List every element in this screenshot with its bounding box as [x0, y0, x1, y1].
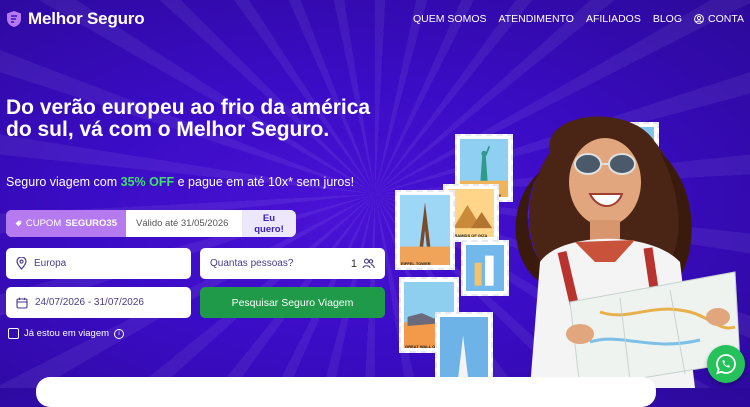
main-nav: QUEM SOMOS ATENDIMENTO AFILIADOS BLOG CO…: [413, 13, 744, 25]
people-label: Quantas pessoas?: [210, 258, 294, 269]
coupon-code: SEGURO35: [65, 218, 117, 229]
nav-atendimento[interactable]: ATENDIMENTO: [499, 13, 574, 25]
stamp-eiffel-tower: EIFFEL TOWER: [395, 190, 455, 270]
whatsapp-icon: [716, 354, 736, 375]
already-traveling-checkbox[interactable]: [8, 328, 19, 339]
travel-dates-field[interactable]: 24/07/2026 - 31/07/2026: [6, 287, 191, 318]
discount-highlight: 35% OFF: [120, 175, 175, 189]
people-count-group: 1: [351, 258, 375, 270]
destination-select[interactable]: Europa: [6, 248, 191, 279]
already-traveling-label: Já estou em viagem: [24, 328, 110, 339]
traveler-woman-illustration: [515, 116, 740, 388]
nav-afiliados[interactable]: AFILIADOS: [586, 13, 641, 25]
account-label: CONTA: [708, 13, 744, 25]
map-pin-icon: [16, 257, 27, 270]
coupon-validity: Válido até 31/05/2026: [136, 218, 229, 229]
calendar-icon: [16, 297, 28, 309]
destination-value: Europa: [34, 258, 67, 269]
users-icon: [362, 258, 375, 269]
hero-illustration: STATUE OF LIBERTY PYRAMIDS OF GIZA EIFFE…: [395, 112, 750, 388]
already-traveling-option[interactable]: Já estou em viagem i: [8, 328, 125, 339]
whatsapp-button[interactable]: [707, 345, 745, 383]
people-selector[interactable]: Quantas pessoas? 1: [200, 248, 385, 279]
nav-quem-somos[interactable]: QUEM SOMOS: [413, 13, 487, 25]
subtitle-text-start: Seguro viagem com: [6, 175, 121, 189]
nav-blog[interactable]: BLOG: [653, 13, 682, 25]
coupon-tag: CUPOM SEGURO35: [6, 210, 126, 237]
hero-headline: Do verão europeu ao frio da américa do s…: [6, 96, 371, 141]
shield-logo-icon: [7, 11, 21, 27]
brand-logo[interactable]: Melhor Seguro: [6, 9, 145, 29]
stamp-caption-eiffel: EIFFEL TOWER: [401, 261, 431, 266]
bottom-content-card: [36, 377, 656, 407]
eiffel-tower-art: [400, 195, 450, 265]
search-insurance-button[interactable]: Pesquisar Seguro Viagem: [200, 287, 385, 318]
coupon-banner: CUPOM SEGURO35 Válido até 31/05/2026 Eu …: [6, 210, 296, 237]
nav-account[interactable]: CONTA: [694, 13, 744, 25]
subtitle-text-end: e pague em até 10x* sem juros!: [174, 175, 355, 189]
user-icon: [694, 14, 704, 24]
tag-icon: [15, 220, 22, 227]
brand-name: Melhor Seguro: [28, 9, 145, 28]
coupon-prefix: CUPOM: [25, 218, 62, 229]
travel-dates-value: 24/07/2026 - 31/07/2026: [35, 297, 144, 308]
info-icon[interactable]: i: [114, 328, 125, 339]
hero-subtitle: Seguro viagem com 35% OFF e pague em até…: [6, 175, 354, 189]
people-count: 1: [350, 257, 357, 270]
coupon-cta-button[interactable]: Eu quero!: [242, 210, 296, 237]
